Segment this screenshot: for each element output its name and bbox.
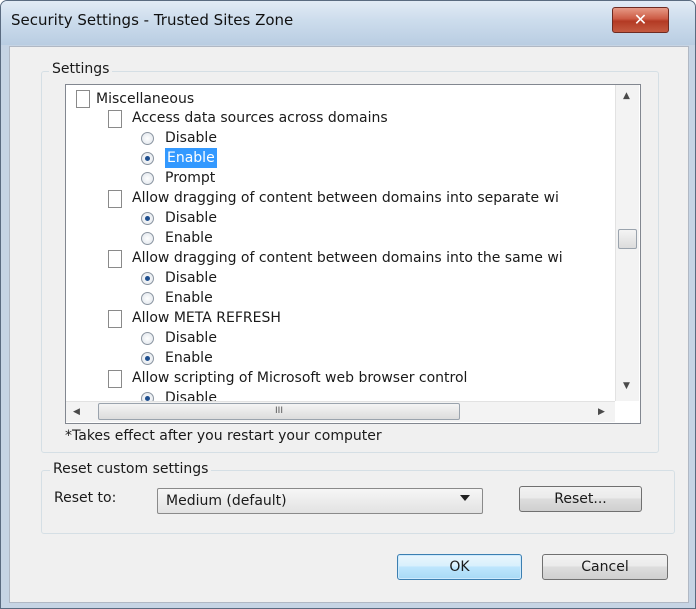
setting-label: Allow scripting of Microsoft web browser…	[132, 370, 468, 386]
setting-icon	[108, 190, 122, 208]
radio-prompt[interactable]	[141, 172, 154, 185]
restart-note: *Takes effect after you restart your com…	[65, 428, 382, 444]
reset-level-value: Medium (default)	[166, 493, 287, 509]
scroll-up-icon[interactable]: ▲	[623, 91, 630, 101]
radio-disable[interactable]	[141, 272, 154, 285]
vertical-scrollbar[interactable]: ▲ ▼	[615, 85, 639, 401]
category-label: Miscellaneous	[96, 91, 195, 107]
reset-button[interactable]: Reset...	[519, 486, 642, 512]
ok-button[interactable]: OK	[397, 554, 522, 580]
option-label[interactable]: Disable	[165, 268, 217, 288]
radio-disable[interactable]	[141, 132, 154, 145]
horizontal-scroll-thumb[interactable]: III	[98, 403, 460, 420]
scroll-down-icon[interactable]: ▼	[623, 381, 630, 391]
setting-label: Access data sources across domains	[132, 110, 388, 126]
radio-disable[interactable]	[141, 212, 154, 225]
setting-icon	[108, 370, 122, 388]
scroll-left-icon[interactable]: ◀	[73, 407, 80, 417]
option-label[interactable]: Disable	[165, 208, 217, 228]
close-button[interactable]: ✕	[612, 7, 669, 33]
title-bar: Security Settings - Trusted Sites Zone ✕	[1, 1, 695, 45]
security-settings-dialog: Security Settings - Trusted Sites Zone ✕…	[0, 0, 696, 609]
radio-enable[interactable]	[141, 292, 154, 305]
reset-group-label: Reset custom settings	[50, 461, 212, 477]
cancel-button[interactable]: Cancel	[542, 554, 668, 580]
option-label[interactable]: Disable	[165, 328, 217, 348]
settings-group-label: Settings	[49, 61, 113, 77]
radio-enable[interactable]	[141, 352, 154, 365]
setting-icon	[108, 110, 122, 128]
radio-disable[interactable]	[141, 332, 154, 345]
scroll-right-icon[interactable]: ▶	[598, 407, 605, 417]
category-icon	[76, 90, 90, 108]
setting-label: Allow META REFRESH	[132, 310, 281, 326]
option-label[interactable]: Enable	[165, 348, 213, 368]
setting-icon	[108, 250, 122, 268]
option-label-selected[interactable]: Enable	[165, 148, 217, 168]
setting-icon	[108, 310, 122, 328]
option-label[interactable]: Prompt	[165, 168, 215, 188]
window-title: Security Settings - Trusted Sites Zone	[11, 11, 294, 29]
vertical-scroll-thumb[interactable]	[618, 229, 637, 249]
option-label[interactable]: Disable	[165, 128, 217, 148]
horizontal-scrollbar[interactable]: ◀ III ▶	[66, 401, 615, 422]
chevron-down-icon	[460, 495, 470, 501]
reset-level-select[interactable]: Medium (default)	[157, 488, 483, 514]
option-label[interactable]: Enable	[165, 228, 213, 248]
option-label[interactable]: Enable	[165, 288, 213, 308]
setting-label: Allow dragging of content between domain…	[132, 190, 559, 206]
settings-tree[interactable]: Miscellaneous Access data sources across…	[65, 84, 641, 424]
radio-enable[interactable]	[141, 152, 154, 165]
radio-enable[interactable]	[141, 232, 154, 245]
reset-to-label: Reset to:	[54, 490, 117, 506]
setting-label: Allow dragging of content between domain…	[132, 250, 563, 266]
